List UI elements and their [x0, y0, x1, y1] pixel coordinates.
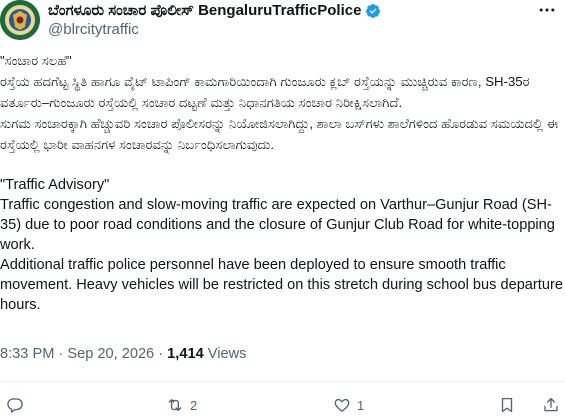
kannada-title: "ಸಂಚಾರ ಸಲಹೆ" — [0, 53, 72, 68]
author-display-name-row[interactable]: ಬೆಂಗಳೂರು ಸಂಚಾರ ಪೊಲೀಸ್ BengaluruTrafficPo… — [48, 1, 381, 20]
like-button[interactable]: 1 — [333, 396, 364, 414]
kannada-paragraph-2: ಸುಗಮ ಸಂಚಾರಕ್ಕಾಗಿ ಹೆಚ್ಚುವರಿ ಸಂಚಾರ ಪೊಲೀಸರನ… — [0, 116, 562, 152]
views-label: Views — [203, 346, 247, 362]
bookmark-icon — [501, 397, 513, 413]
author-display-name[interactable]: ಬೆಂಗಳೂರು ಸಂಚಾರ ಪೊಲೀಸ್ BengaluruTrafficPo… — [48, 1, 361, 20]
action-bar: 2 1 — [0, 396, 565, 417]
english-paragraph-2: Additional traffic police personnel have… — [0, 257, 563, 313]
tweet-header: ಬೆಂಗಳೂರು ಸಂಚಾರ ಪೊಲೀಸ್ BengaluruTrafficPo… — [0, 0, 565, 44]
police-logo-avatar — [0, 0, 40, 40]
author-handle[interactable]: @blrcitytraffic — [48, 20, 381, 40]
repost-button[interactable]: 2 — [166, 396, 197, 414]
views-count: 1,414 — [167, 346, 204, 362]
divider — [0, 381, 565, 382]
reply-icon — [7, 398, 23, 413]
like-icon — [334, 398, 350, 412]
tweet-date[interactable]: Sep 20, 2026 — [67, 346, 154, 362]
repost-icon — [168, 399, 182, 411]
share-icon — [544, 397, 558, 412]
meta-separator-2: · — [154, 346, 168, 362]
bookmark-button[interactable] — [498, 396, 516, 414]
english-paragraph-1: Traffic congestion and slow-moving traff… — [0, 197, 559, 253]
meta-separator: · — [54, 346, 68, 362]
share-button[interactable] — [542, 396, 560, 414]
like-count: 1 — [357, 397, 365, 413]
tweet-text: "ಸಂಚಾರ ಸಲಹೆ" ರಸ್ತೆಯ ಹದಗೆಟ್ಟ ಸ್ಥಿತಿ ಹಾಗೂ … — [0, 50, 565, 315]
verified-badge-icon — [366, 3, 381, 18]
author-names: ಬೆಂಗಳೂರು ಸಂಚಾರ ಪೊಲೀಸ್ BengaluruTrafficPo… — [48, 1, 381, 40]
tweet: ಬೆಂಗಳೂರು ಸಂಚಾರ ಪೊಲೀಸ್ BengaluruTrafficPo… — [0, 0, 565, 417]
kannada-paragraph-1: ರಸ್ತೆಯ ಹದಗೆಟ್ಟ ಸ್ಥಿತಿ ಹಾಗೂ ವೈಟ್ ಟಾಪಿಂಗ್ … — [0, 74, 534, 110]
avatar[interactable] — [0, 0, 40, 40]
repost-count: 2 — [190, 397, 198, 413]
tweet-time[interactable]: 8:33 PM — [0, 346, 54, 362]
more-icon[interactable] — [537, 0, 557, 20]
tweet-meta: 8:33 PM · Sep 20, 2026 · 1,414 Views — [0, 344, 246, 364]
english-title: "Traffic Advisory" — [0, 177, 110, 193]
reply-button[interactable] — [6, 396, 30, 414]
